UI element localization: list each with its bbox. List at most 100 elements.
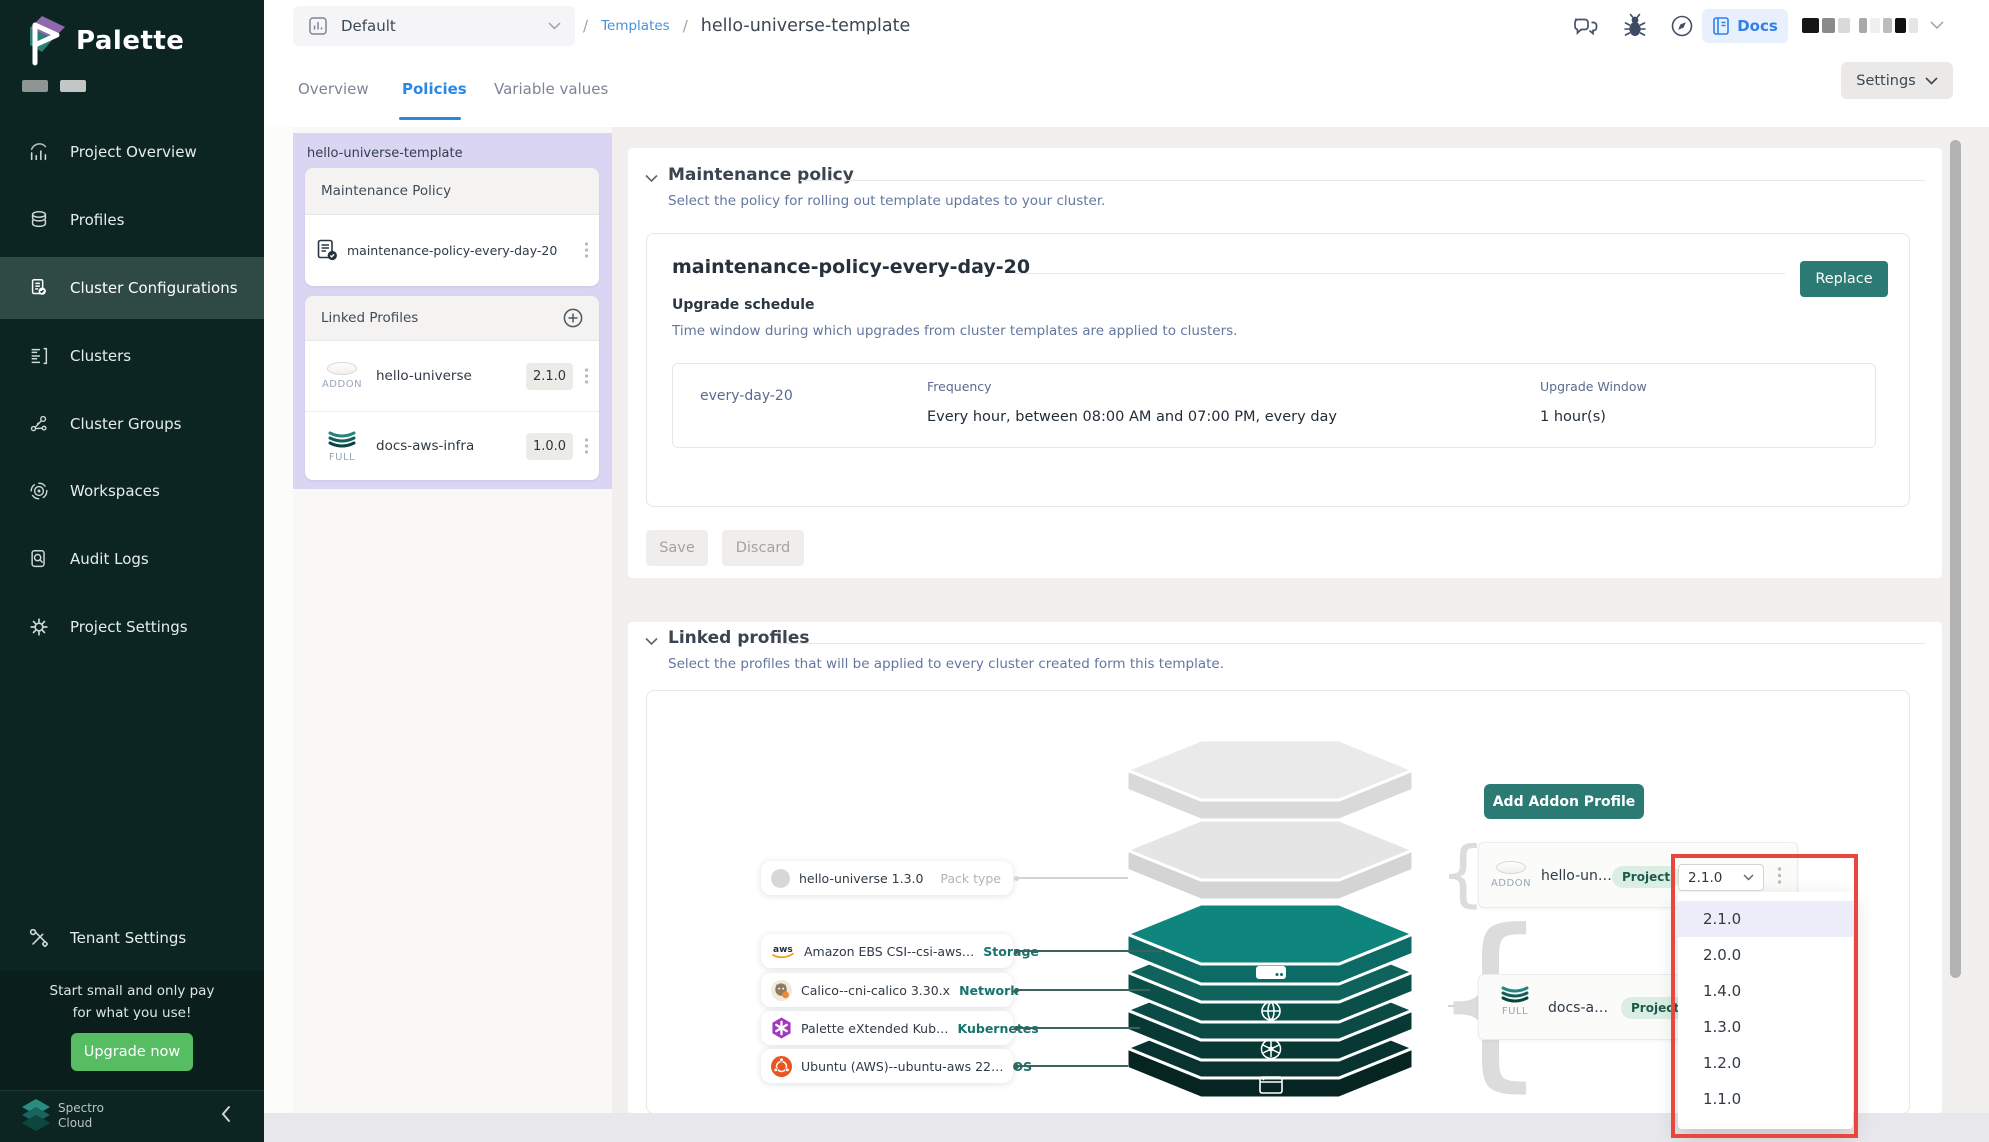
app-logo-text: Palette	[76, 26, 184, 56]
version-option[interactable]: 2.0.0	[1678, 937, 1853, 973]
tab-policies[interactable]: Policies	[402, 80, 467, 98]
tab-variable-values[interactable]: Variable values	[494, 80, 608, 98]
replace-policy-button[interactable]: Replace	[1800, 261, 1888, 297]
vertical-scrollbar[interactable]	[1950, 140, 1961, 978]
sidebar-item-label: Project Settings	[70, 618, 188, 636]
gear-icon	[28, 616, 50, 638]
connector-dot	[1014, 1026, 1019, 1031]
kebab-menu-icon[interactable]	[584, 241, 589, 259]
svg-text:aws: aws	[773, 945, 793, 955]
settings-button[interactable]: Settings	[1841, 62, 1953, 99]
sidebar-item-label: Project Overview	[70, 143, 197, 161]
sidebar-item-profiles[interactable]: Profiles	[0, 189, 264, 251]
sidebar: Palette Project Overview Profiles Cluste…	[0, 0, 264, 1142]
brand-name-bottom: Cloud	[58, 1116, 92, 1130]
upgrade-text-line2: for what you use!	[0, 1005, 264, 1021]
connector-line	[1018, 877, 1128, 879]
linked-profiles-card: Linked Profiles ADDON hello-universe 2.1…	[305, 296, 599, 480]
upgrade-window-value: 1 hour(s)	[1540, 409, 1606, 425]
profile-version-chip[interactable]: 2.1.0	[526, 363, 573, 390]
kebab-menu-icon[interactable]	[584, 367, 589, 385]
section-collapse-chevron-icon[interactable]	[645, 174, 658, 183]
sidebar-item-label: Audit Logs	[70, 550, 149, 568]
palette-app: Palette Project Overview Profiles Cluste…	[0, 0, 1989, 1142]
sidebar-item-audit-logs[interactable]: Audit Logs	[0, 528, 264, 590]
cluster-configurations-icon	[28, 277, 50, 299]
redacted-project-label	[60, 80, 86, 92]
breadcrumb-link-templates[interactable]: Templates	[601, 18, 670, 34]
maintenance-section-title: Maintenance policy	[668, 165, 854, 185]
feedback-chat-icon[interactable]	[1573, 15, 1601, 39]
project-scope-icon	[307, 15, 329, 37]
connector-line	[1018, 989, 1150, 991]
addon-profile-icon	[1496, 861, 1526, 874]
discard-button[interactable]: Discard	[722, 530, 804, 566]
breadcrumb-separator: /	[683, 17, 688, 35]
pack-row-calico[interactable]: Calico--cni-calico 3.30.x Network	[761, 973, 1013, 1007]
pack-row-ubuntu[interactable]: Ubuntu (AWS)--ubuntu-aws 22… OS	[761, 1049, 1013, 1083]
frequency-value: Every hour, between 08:00 AM and 07:00 P…	[927, 409, 1337, 425]
sidebar-item-label: Cluster Groups	[70, 415, 182, 433]
add-profile-plus-icon[interactable]	[563, 308, 583, 328]
user-menu-chevron-icon[interactable]	[1930, 21, 1944, 30]
profile-type-label: ADDON	[1491, 878, 1531, 889]
version-option[interactable]: 1.4.0	[1678, 973, 1853, 1009]
policy-heading-rule	[1015, 273, 1785, 274]
sidebar-item-project-overview[interactable]: Project Overview	[0, 121, 264, 183]
tab-overview[interactable]: Overview	[298, 80, 369, 98]
profile-version-chip[interactable]: 1.0.0	[526, 433, 573, 460]
active-tab-underline	[399, 117, 461, 120]
profile-type-label: ADDON	[322, 379, 362, 390]
linked-profiles-card-header: Linked Profiles	[305, 296, 599, 341]
pack-row-amazon-ebs-csi[interactable]: aws Amazon EBS CSI--csi-aws… Storage	[761, 934, 1013, 968]
maintenance-policy-card-header-label: Maintenance Policy	[321, 183, 451, 199]
project-selector[interactable]: Default	[293, 6, 575, 46]
docs-button[interactable]: Docs	[1702, 9, 1788, 43]
version-select[interactable]: 2.1.0	[1678, 864, 1764, 891]
add-addon-profile-button[interactable]: Add Addon Profile	[1484, 784, 1644, 819]
sidebar-item-clusters[interactable]: Clusters	[0, 325, 264, 387]
pack-row-hello-universe[interactable]: hello-universe 1.3.0 Pack type	[761, 861, 1013, 895]
connector-line	[1018, 950, 1164, 952]
kebab-menu-icon[interactable]	[1777, 866, 1782, 885]
sidebar-item-cluster-configurations[interactable]: Cluster Configurations	[0, 257, 264, 319]
chevron-down-icon	[1925, 77, 1938, 85]
upgrade-now-button[interactable]: Upgrade now	[71, 1033, 193, 1071]
sidebar-item-workspaces[interactable]: Workspaces	[0, 460, 264, 522]
connector-line	[1448, 1005, 1474, 1007]
sidebar-item-cluster-groups[interactable]: Cluster Groups	[0, 393, 264, 455]
save-button[interactable]: Save	[646, 530, 708, 566]
infra-profile-icon-wrap: FULL	[1492, 984, 1538, 1017]
aws-icon: aws	[771, 943, 795, 960]
sidebar-item-tenant-settings[interactable]: Tenant Settings	[0, 907, 264, 969]
version-option[interactable]: 1.1.0	[1678, 1081, 1853, 1117]
pack-row-palette-extended-kubernetes[interactable]: Palette eXtended Kub… Kubernetes	[761, 1011, 1013, 1045]
upgrade-banner: Start small and only pay for what you us…	[0, 971, 264, 1090]
pack-name: Amazon EBS CSI--csi-aws…	[804, 944, 974, 959]
audit-logs-icon	[28, 548, 50, 570]
addon-scope-badge: Project	[1612, 866, 1680, 888]
collapse-sidebar-icon[interactable]	[220, 1105, 232, 1123]
maintenance-policy-item[interactable]: maintenance-policy-every-day-20	[305, 215, 599, 285]
linked-profiles-card-header-label: Linked Profiles	[321, 310, 418, 326]
profile-type-label: FULL	[1502, 1006, 1528, 1017]
settings-button-label: Settings	[1856, 73, 1915, 89]
upgrade-schedule-label: Upgrade schedule	[672, 297, 815, 313]
version-option[interactable]: 1.2.0	[1678, 1045, 1853, 1081]
kebab-menu-icon[interactable]	[584, 437, 589, 455]
section-rule	[780, 643, 1925, 644]
policy-document-check-icon	[317, 239, 338, 262]
section-collapse-chevron-icon[interactable]	[645, 637, 658, 646]
linked-profile-row-docs-aws-infra[interactable]: FULL docs-aws-infra 1.0.0	[305, 412, 599, 480]
docs-button-label: Docs	[1737, 17, 1778, 35]
brand-name-top: Spectro	[58, 1101, 104, 1115]
bug-report-icon[interactable]	[1623, 13, 1647, 39]
linked-profile-row-hello-universe[interactable]: ADDON hello-universe 2.1.0	[305, 341, 599, 412]
pack-icon-generic	[771, 869, 790, 888]
sidebar-item-project-settings[interactable]: Project Settings	[0, 596, 264, 658]
version-option[interactable]: 1.3.0	[1678, 1009, 1853, 1045]
explore-compass-icon[interactable]	[1670, 14, 1694, 38]
palette-xk-icon	[771, 1017, 792, 1039]
version-option[interactable]: 2.1.0	[1678, 901, 1853, 937]
pack-name: Ubuntu (AWS)--ubuntu-aws 22…	[801, 1059, 1003, 1074]
